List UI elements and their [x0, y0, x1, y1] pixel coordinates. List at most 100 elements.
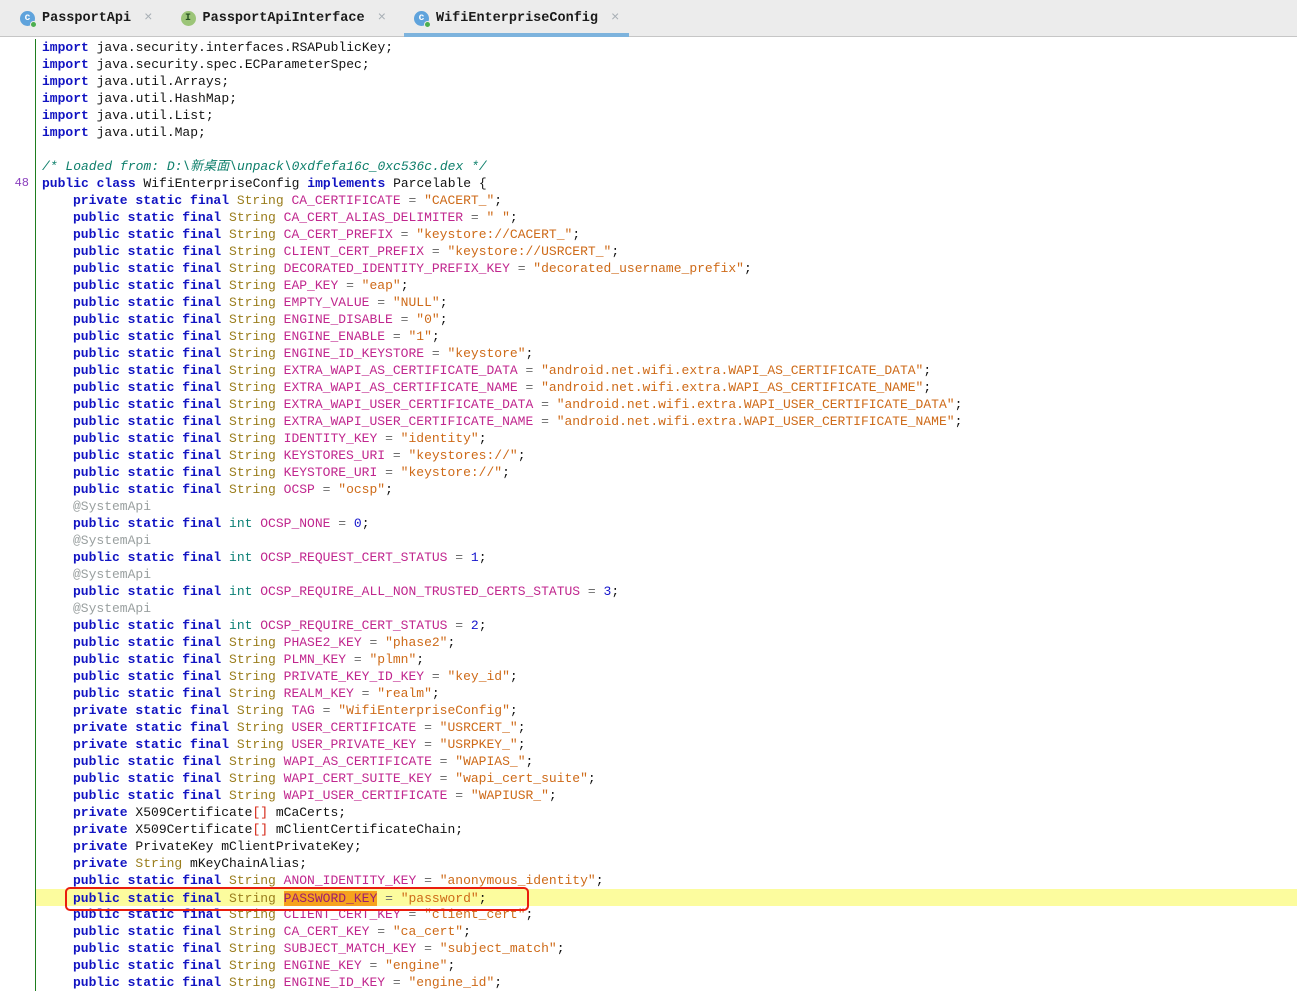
- code-token: String: [221, 380, 276, 395]
- code-line[interactable]: private PrivateKey mClientPrivateKey;: [0, 838, 1297, 855]
- code-token: public static final: [73, 312, 222, 327]
- code-line[interactable]: 48 public class WifiEnterpriseConfig impl…: [0, 175, 1297, 192]
- code-line[interactable]: public static final int OCSP_REQUEST_CER…: [0, 549, 1297, 566]
- close-icon[interactable]: ×: [378, 10, 386, 26]
- code-token: private static final: [73, 193, 230, 208]
- code-line[interactable]: [0, 141, 1297, 158]
- code-token: public static final: [73, 397, 222, 412]
- tab-passportapiinterface[interactable]: I PassportApiInterface ×: [169, 0, 398, 36]
- code-line[interactable]: public static final int OCSP_REQUIRE_ALL…: [0, 583, 1297, 600]
- code-line[interactable]: private static final String CA_CERTIFICA…: [0, 192, 1297, 209]
- code-line[interactable]: public static final String REALM_KEY = "…: [0, 685, 1297, 702]
- code-token: ;: [385, 482, 393, 497]
- code-line[interactable]: import java.security.spec.ECParameterSpe…: [0, 56, 1297, 73]
- code-line[interactable]: public static final String CA_CERT_KEY =…: [0, 923, 1297, 940]
- code-line[interactable]: public static final String EXTRA_WAPI_AS…: [0, 362, 1297, 379]
- code-line[interactable]: /* Loaded from: D:\新桌面\unpack\0xdfefa16c…: [0, 158, 1297, 175]
- code-editor[interactable]: import java.security.interfaces.RSAPubli…: [0, 37, 1297, 991]
- code-line[interactable]: @SystemApi: [0, 498, 1297, 515]
- code-token: public static final: [73, 210, 222, 225]
- code-token: ;: [517, 737, 526, 752]
- code-line[interactable]: import java.util.Arrays;: [0, 73, 1297, 90]
- code-line[interactable]: public static final String PLMN_KEY = "p…: [0, 651, 1297, 668]
- code-line[interactable]: public static final int OCSP_REQUIRE_CER…: [0, 617, 1297, 634]
- code-line[interactable]: public static final String EXTRA_WAPI_US…: [0, 413, 1297, 430]
- gutter-line-number: [0, 107, 36, 124]
- code-line[interactable]: public static final String EMPTY_VALUE =…: [0, 294, 1297, 311]
- code-line[interactable]: public static final String WAPI_AS_CERTI…: [0, 753, 1297, 770]
- code-token: public static final: [73, 346, 222, 361]
- code-token: PLMN_KEY: [275, 652, 347, 667]
- code-line[interactable]: public static final String EXTRA_WAPI_AS…: [0, 379, 1297, 396]
- code-line[interactable]: private static final String USER_PRIVATE…: [0, 736, 1297, 753]
- code-token: ;: [478, 618, 487, 633]
- code-line[interactable]: public static final String OCSP = "ocsp"…: [0, 481, 1297, 498]
- close-icon[interactable]: ×: [611, 10, 619, 26]
- code-token: OCSP: [275, 482, 315, 497]
- gutter-line-number: [0, 413, 36, 430]
- code-line[interactable]: public static final String CA_CERT_PREFI…: [0, 226, 1297, 243]
- code-line[interactable]: private X509Certificate[] mCaCerts;: [0, 804, 1297, 821]
- code-token: "0": [416, 312, 440, 327]
- gutter-line-number: [0, 549, 36, 566]
- code-token: EMPTY_VALUE: [275, 295, 370, 310]
- code-line[interactable]: public static final String EAP_KEY = "ea…: [0, 277, 1297, 294]
- code-token: String: [221, 363, 276, 378]
- code-line[interactable]: public static final String ENGINE_DISABL…: [0, 311, 1297, 328]
- code-line[interactable]: public static final String WAPI_CERT_SUI…: [0, 770, 1297, 787]
- interface-icon: I: [180, 10, 196, 26]
- code-line[interactable]: import java.security.interfaces.RSAPubli…: [0, 39, 1297, 56]
- close-icon[interactable]: ×: [144, 10, 152, 26]
- code-line[interactable]: @SystemApi: [0, 600, 1297, 617]
- code-line[interactable]: public static final String PHASE2_KEY = …: [0, 634, 1297, 651]
- code-line[interactable]: public static final String PRIVATE_KEY_I…: [0, 668, 1297, 685]
- code-line[interactable]: public static final String WAPI_USER_CER…: [0, 787, 1297, 804]
- code-line-text: public static final String CLIENT_CERT_P…: [36, 243, 1297, 260]
- code-line[interactable]: @SystemApi: [0, 566, 1297, 583]
- code-line[interactable]: public static final String IDENTITY_KEY …: [0, 430, 1297, 447]
- code-line[interactable]: public static final String DECORATED_IDE…: [0, 260, 1297, 277]
- code-line[interactable]: public static final String KEYSTORES_URI…: [0, 447, 1297, 464]
- code-token: =: [509, 261, 534, 276]
- code-token: public static final: [73, 244, 222, 259]
- code-line-text: public static final String OCSP = "ocsp"…: [36, 481, 1297, 498]
- code-token: import: [42, 74, 89, 89]
- tab-wifienterpriseconfig[interactable]: c WifiEnterpriseConfig ×: [402, 0, 631, 37]
- code-token: EXTRA_WAPI_AS_CERTIFICATE_NAME: [275, 380, 518, 395]
- code-line[interactable]: import java.util.Map;: [0, 124, 1297, 141]
- code-line[interactable]: public static final String ENGINE_ENABLE…: [0, 328, 1297, 345]
- gutter-line-number: [0, 889, 36, 906]
- tab-passportapi[interactable]: c PassportApi ×: [8, 0, 165, 36]
- code-line[interactable]: public static final String ENGINE_ID_KEY…: [0, 345, 1297, 362]
- gutter-line-number: [0, 311, 36, 328]
- code-line[interactable]: private String mKeyChainAlias;: [0, 855, 1297, 872]
- code-line[interactable]: private static final String USER_CERTIFI…: [0, 719, 1297, 736]
- code-token: public static final: [73, 380, 222, 395]
- code-line[interactable]: public static final String CA_CERT_ALIAS…: [0, 209, 1297, 226]
- code-line[interactable]: public static final String SUBJECT_MATCH…: [0, 940, 1297, 957]
- code-line[interactable]: public static final String PASSWORD_KEY …: [0, 887, 1297, 911]
- code-line[interactable]: private static final String TAG = "WifiE…: [0, 702, 1297, 719]
- code-line[interactable]: import java.util.List;: [0, 107, 1297, 124]
- gutter-line-number: [0, 430, 36, 447]
- code-line-text: public static final int OCSP_REQUIRE_CER…: [36, 617, 1297, 634]
- code-line[interactable]: @SystemApi: [0, 532, 1297, 549]
- gutter-line-number: [0, 362, 36, 379]
- gutter-line-number: [0, 158, 36, 175]
- code-token: =: [369, 295, 393, 310]
- code-token: =: [416, 941, 440, 956]
- code-line[interactable]: public static final String CLIENT_CERT_P…: [0, 243, 1297, 260]
- code-line-text: public class WifiEnterpriseConfig implem…: [36, 175, 1297, 192]
- code-token: ;: [494, 193, 503, 208]
- code-line[interactable]: public static final String EXTRA_WAPI_US…: [0, 396, 1297, 413]
- code-line[interactable]: public static final String KEYSTORE_URI …: [0, 464, 1297, 481]
- code-line[interactable]: public static final int OCSP_NONE = 0;: [0, 515, 1297, 532]
- gutter-line-number: [0, 498, 36, 515]
- code-line[interactable]: import java.util.HashMap;: [0, 90, 1297, 107]
- code-token: WAPI_AS_CERTIFICATE: [275, 754, 432, 769]
- gutter-line-number: [0, 923, 36, 940]
- gutter-line-number: [0, 515, 36, 532]
- code-line[interactable]: private X509Certificate[] mClientCertifi…: [0, 821, 1297, 838]
- code-line[interactable]: public static final String ENGINE_KEY = …: [0, 957, 1297, 974]
- code-line[interactable]: public static final String ENGINE_ID_KEY…: [0, 974, 1297, 991]
